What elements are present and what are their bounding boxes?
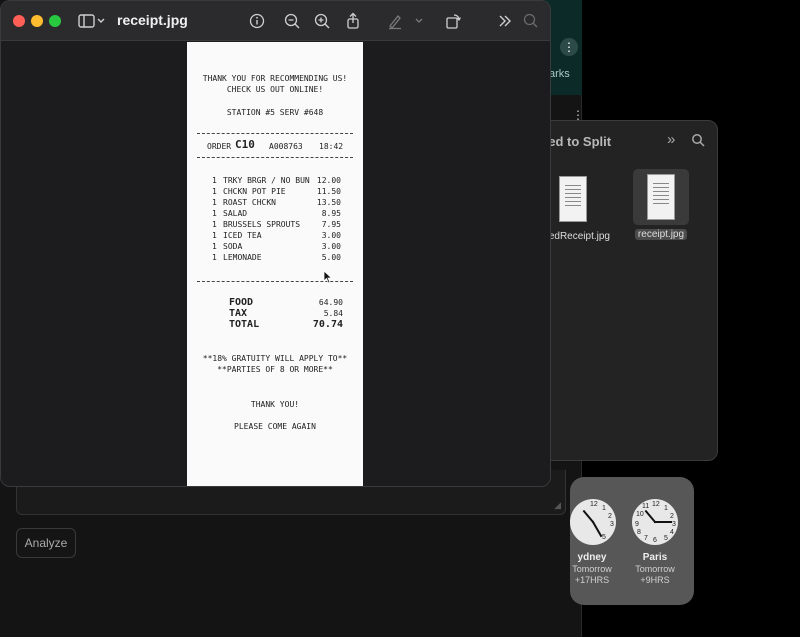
line-item-qty: 1 xyxy=(212,253,217,262)
line-item-name: CHCKN POT PIE xyxy=(223,187,286,196)
receipt-station: STATION #5 SERV #648 xyxy=(226,108,324,117)
preview-toolbar: receipt.jpg xyxy=(1,1,550,41)
tax-value: 5.84 xyxy=(323,309,343,318)
close-window-button[interactable] xyxy=(13,15,25,27)
finder-window-title: eed to Split xyxy=(541,134,612,149)
line-item-name: BRUSSELS SPROUTS xyxy=(223,220,301,229)
mouse-pointer-icon xyxy=(323,270,333,284)
bookmarks-label[interactable]: arks xyxy=(549,68,570,80)
receipt-divider xyxy=(197,133,353,134)
receipt-line-item: 1 BRUSSELS SPROUTS 7.95 xyxy=(187,219,363,230)
order-number: A008763 xyxy=(269,142,303,151)
line-item-name: TRKY BRGR / NO BUN xyxy=(223,176,310,185)
thank-you-text: THANK YOU! xyxy=(250,400,300,409)
clock-offset-label: +17HRS xyxy=(574,575,610,585)
file-item-selected[interactable]: receipt.jpg xyxy=(631,169,691,241)
clock-city-label: Paris xyxy=(642,552,668,563)
line-item-qty: 1 xyxy=(212,209,217,218)
line-item-price: 11.50 xyxy=(316,187,341,196)
search-icon[interactable] xyxy=(691,133,705,147)
line-item-price: 3.00 xyxy=(321,231,341,240)
receipt-line-item: 1 LEMONADE 5.00 xyxy=(187,252,363,263)
clock-face-icon: 12 1 2 3 5 xyxy=(570,499,616,545)
total-value: 70.74 xyxy=(312,319,343,330)
line-item-price: 13.50 xyxy=(316,198,341,207)
more-options-icon[interactable]: ⋮ xyxy=(560,38,578,56)
finder-window: eed to Split » nizedReceipt.jpg receipt.… xyxy=(530,120,718,461)
clock-day-label: Tomorrow xyxy=(635,564,675,574)
receipt-order-line: ORDER C10 A008763 18:42 xyxy=(207,138,351,152)
receipt-divider xyxy=(197,157,353,158)
receipt-line-item: 1 ICED TEA 3.00 xyxy=(187,230,363,241)
clock-day-label: Tomorrow xyxy=(572,564,612,574)
chevron-down-icon[interactable] xyxy=(95,11,107,31)
receipt-line-item: 1 TRKY BRGR / NO BUN 12.00 xyxy=(187,175,363,186)
line-item-qty: 1 xyxy=(212,198,217,207)
more-chevron-icon[interactable]: » xyxy=(667,131,675,148)
clock-city-label: ydney xyxy=(577,552,607,563)
order-code: C10 xyxy=(235,138,255,151)
info-icon[interactable] xyxy=(247,11,267,31)
line-item-qty: 1 xyxy=(212,176,217,185)
line-item-qty: 1 xyxy=(212,242,217,251)
line-item-name: SALAD xyxy=(223,209,248,218)
share-icon[interactable] xyxy=(343,11,363,31)
search-icon[interactable] xyxy=(521,11,541,31)
minimize-window-button[interactable] xyxy=(31,15,43,27)
zoom-window-button[interactable] xyxy=(49,15,61,27)
receipt-line-item: 1 ROAST CHCKN 13.50 xyxy=(187,197,363,208)
food-value: 64.90 xyxy=(318,298,343,307)
line-item-qty: 1 xyxy=(212,231,217,240)
line-item-price: 7.95 xyxy=(321,220,341,229)
tax-label: TAX xyxy=(229,308,248,319)
order-label: ORDER xyxy=(207,142,232,151)
image-thumbnail xyxy=(559,176,587,222)
receipt-header: CHECK US OUT ONLINE! xyxy=(226,85,324,94)
file-name: receipt.jpg xyxy=(634,229,688,240)
preview-window: receipt.jpg THANK YOU FOR RECOMMENDING U… xyxy=(0,0,551,487)
line-item-price: 3.00 xyxy=(321,242,341,251)
receipt-line-item: 1 SALAD 8.95 xyxy=(187,208,363,219)
line-item-name: ICED TEA xyxy=(223,231,262,240)
image-thumbnail xyxy=(647,174,675,220)
file-item[interactable]: nizedReceipt.jpg xyxy=(536,171,610,243)
clock-face-icon: 12 11 1 10 2 9 3 8 4 7 6 5 xyxy=(632,499,678,545)
line-item-name: ROAST CHCKN xyxy=(223,198,276,207)
receipt-header: THANK YOU FOR RECOMMENDING US! xyxy=(202,74,348,83)
analyze-button[interactable]: Analyze xyxy=(16,528,76,558)
receipt-image: THANK YOU FOR RECOMMENDING US! CHECK US … xyxy=(187,42,363,486)
world-clock-widget[interactable]: 12 1 2 3 5 12 11 1 10 2 9 3 8 4 7 6 5 yd… xyxy=(570,477,694,605)
total-label: TOTAL xyxy=(229,319,260,330)
line-item-qty: 1 xyxy=(212,220,217,229)
line-item-price: 12.00 xyxy=(316,176,341,185)
line-item-name: SODA xyxy=(223,242,243,251)
chevron-down-icon[interactable] xyxy=(413,11,425,31)
line-item-price: 8.95 xyxy=(321,209,341,218)
gratuity-note: **18% GRATUITY WILL APPLY TO** xyxy=(202,354,348,363)
receipt-line-item: 1 CHCKN POT PIE 11.50 xyxy=(187,186,363,197)
document-title: receipt.jpg xyxy=(117,12,188,28)
line-item-price: 5.00 xyxy=(321,253,341,262)
gratuity-note: **PARTIES OF 8 OR MORE** xyxy=(217,365,333,374)
zoom-out-icon[interactable] xyxy=(282,11,302,31)
zoom-in-icon[interactable] xyxy=(312,11,332,31)
sidebar-icon[interactable] xyxy=(77,11,97,31)
order-time: 18:42 xyxy=(319,142,344,151)
markup-icon[interactable] xyxy=(385,11,405,31)
clock-offset-label: +9HRS xyxy=(640,575,670,585)
line-item-name: LEMONADE xyxy=(223,253,262,262)
rotate-icon[interactable] xyxy=(443,11,463,31)
line-item-qty: 1 xyxy=(212,187,217,196)
image-canvas[interactable]: THANK YOU FOR RECOMMENDING US! CHECK US … xyxy=(1,42,550,486)
resize-handle-icon[interactable]: ◢ xyxy=(554,500,561,511)
receipt-line-item: 1 SODA 3.00 xyxy=(187,241,363,252)
come-again-text: PLEASE COME AGAIN xyxy=(234,422,316,431)
more-chevron-icon[interactable] xyxy=(495,11,515,31)
food-label: FOOD xyxy=(229,297,254,308)
